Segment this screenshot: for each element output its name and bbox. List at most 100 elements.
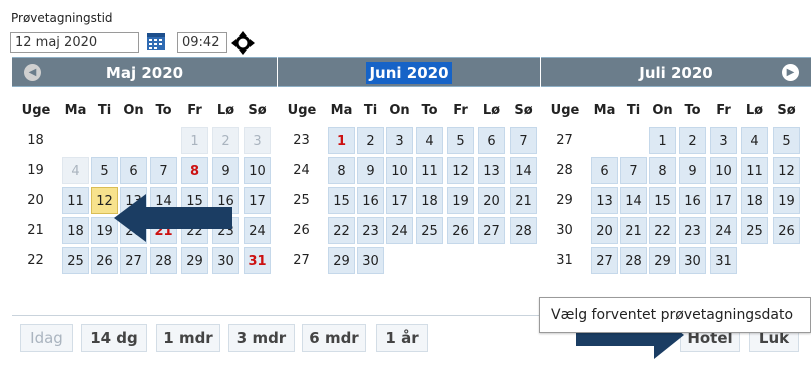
day-cell[interactable]: 10 (710, 157, 737, 184)
day-cell[interactable]: 7 (150, 157, 177, 184)
day-cell[interactable]: 8 (649, 157, 676, 184)
day-cell[interactable]: 24 (386, 217, 413, 244)
day-cell[interactable]: 29 (649, 247, 676, 274)
day-cell[interactable]: 28 (150, 247, 177, 274)
day-cell[interactable]: 11 (416, 157, 443, 184)
day-cell[interactable]: 10 (386, 157, 413, 184)
day-cell[interactable]: 26 (91, 247, 118, 274)
day-cell[interactable]: 27 (120, 247, 147, 274)
quick-range-button[interactable]: 1 år (376, 324, 428, 352)
day-cell[interactable]: 17 (710, 187, 737, 214)
day-cell[interactable]: 14 (620, 187, 647, 214)
day-cell[interactable]: 16 (357, 187, 384, 214)
day-cell[interactable]: 22 (649, 217, 676, 244)
day-cell[interactable]: 17 (386, 187, 413, 214)
quick-range-button[interactable]: 14 dg (81, 324, 147, 352)
month-title[interactable]: Juni 2020 (278, 58, 540, 88)
field-label: Prøvetagningstid (11, 11, 113, 25)
day-cell[interactable]: 26 (773, 217, 800, 244)
day-cell[interactable]: 3 (386, 127, 413, 154)
day-cell[interactable]: 20 (478, 187, 505, 214)
day-cell[interactable]: 5 (773, 127, 800, 154)
left-pointer-arrow (114, 194, 232, 242)
day-cell[interactable]: 30 (357, 247, 384, 274)
day-cell[interactable]: 20 (591, 217, 618, 244)
day-cell[interactable]: 12 (447, 157, 474, 184)
day-cell[interactable]: 15 (649, 187, 676, 214)
move-icon[interactable] (230, 30, 256, 56)
day-cell[interactable]: 21 (620, 217, 647, 244)
quick-range-button[interactable]: 3 mdr (228, 324, 295, 352)
day-cell[interactable]: 2 (679, 127, 706, 154)
day-cell[interactable]: 31 (710, 247, 737, 274)
time-input[interactable] (177, 32, 227, 53)
week-number: 31 (556, 253, 573, 268)
day-cell[interactable]: 4 (416, 127, 443, 154)
week-number: 20 (27, 193, 44, 208)
day-cell[interactable]: 8 (328, 157, 355, 184)
month-title[interactable]: Juli 2020 (541, 58, 811, 88)
date-input[interactable] (10, 32, 139, 53)
day-cell[interactable]: 3 (710, 127, 737, 154)
day-cell[interactable]: 25 (741, 217, 768, 244)
day-cell[interactable]: 6 (120, 157, 147, 184)
day-cell[interactable]: 2 (357, 127, 384, 154)
day-cell[interactable]: 4 (741, 127, 768, 154)
day-cell[interactable]: 22 (328, 217, 355, 244)
weekday-header: Lø (482, 103, 501, 118)
day-cell[interactable]: 8 (181, 157, 208, 184)
day-cell[interactable]: 19 (447, 187, 474, 214)
quick-range-button[interactable]: 1 mdr (156, 324, 220, 352)
day-cell[interactable]: 27 (591, 247, 618, 274)
day-cell[interactable]: 13 (478, 157, 505, 184)
quick-range-button[interactable]: Idag (20, 324, 73, 352)
day-cell[interactable]: 2 (212, 127, 239, 154)
day-cell[interactable]: 9 (357, 157, 384, 184)
day-cell[interactable]: 29 (328, 247, 355, 274)
day-cell[interactable]: 30 (679, 247, 706, 274)
day-cell[interactable]: 1 (181, 127, 208, 154)
day-cell[interactable]: 28 (620, 247, 647, 274)
day-cell[interactable]: 23 (357, 217, 384, 244)
weekday-header: To (155, 103, 172, 118)
day-cell[interactable]: 26 (447, 217, 474, 244)
day-cell[interactable]: 19 (773, 187, 800, 214)
weekday-header: Fr (716, 103, 731, 118)
calendar-icon[interactable] (146, 31, 166, 51)
day-cell[interactable]: 29 (181, 247, 208, 274)
weekday-header: Ma (593, 103, 616, 118)
weekday-header: Uge (21, 103, 51, 118)
day-cell[interactable]: 13 (591, 187, 618, 214)
day-cell[interactable]: 1 (649, 127, 676, 154)
day-cell[interactable]: 27 (478, 217, 505, 244)
day-cell[interactable]: 24 (710, 217, 737, 244)
day-cell[interactable]: 6 (591, 157, 618, 184)
day-cell[interactable]: 9 (679, 157, 706, 184)
day-cell[interactable]: 15 (328, 187, 355, 214)
day-cell[interactable]: 18 (62, 217, 89, 244)
day-cell[interactable]: 11 (62, 187, 89, 214)
day-cell[interactable]: 9 (212, 157, 239, 184)
day-cell[interactable]: 6 (478, 127, 505, 154)
day-cell[interactable]: 16 (679, 187, 706, 214)
weekday-header: Fr (453, 103, 468, 118)
day-cell[interactable]: 30 (212, 247, 239, 274)
day-cell[interactable]: 5 (91, 157, 118, 184)
day-cell[interactable]: 7 (620, 157, 647, 184)
month-title[interactable]: Maj 2020 (12, 58, 277, 88)
weekday-header: Sø (777, 103, 796, 118)
next-month-icon[interactable]: ▶ (782, 64, 799, 81)
day-cell[interactable]: 11 (741, 157, 768, 184)
day-cell[interactable]: 12 (773, 157, 800, 184)
day-cell[interactable]: 18 (416, 187, 443, 214)
prev-month-icon[interactable]: ◀ (24, 64, 41, 81)
day-cell[interactable]: 4 (62, 157, 89, 184)
day-cell[interactable]: 18 (741, 187, 768, 214)
day-cell[interactable]: 5 (447, 127, 474, 154)
quick-range-button[interactable]: 6 mdr (302, 324, 366, 352)
day-cell[interactable]: 1 (328, 127, 355, 154)
month-title-text: Juli 2020 (639, 64, 713, 82)
day-cell[interactable]: 25 (62, 247, 89, 274)
day-cell[interactable]: 23 (679, 217, 706, 244)
day-cell[interactable]: 25 (416, 217, 443, 244)
